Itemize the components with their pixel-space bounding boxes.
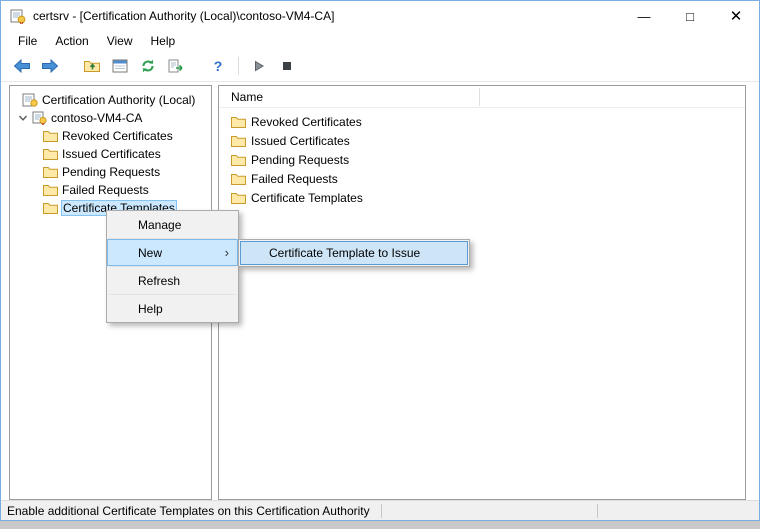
status-text: Enable additional Certificate Templates …	[7, 504, 370, 518]
toolbar: ?	[1, 51, 759, 82]
stop-service-button[interactable]	[276, 55, 298, 77]
tree-item-failed-requests[interactable]: Failed Requests	[10, 181, 211, 199]
certsrv-app-icon	[10, 9, 26, 24]
menu-bar: File Action View Help	[1, 31, 759, 51]
context-submenu: Certificate Template to Issue	[238, 239, 470, 267]
app-window: certsrv - [Certification Authority (Loca…	[0, 0, 760, 521]
stop-icon	[282, 61, 292, 71]
certification-authority-icon	[22, 93, 38, 107]
toolbar-separator	[238, 57, 239, 75]
forward-icon	[41, 59, 59, 73]
help-icon: ?	[214, 58, 223, 74]
list-item-certificate-templates[interactable]: Certificate Templates	[219, 188, 745, 207]
list-header-row: Name	[219, 86, 745, 108]
window-controls: — □ ✕	[621, 1, 759, 31]
forward-button[interactable]	[39, 55, 61, 77]
close-icon: ✕	[730, 7, 743, 25]
list-item-label: Pending Requests	[251, 153, 349, 167]
submenu-item-label: Certificate Template to Issue	[269, 246, 420, 260]
status-bar-divider	[381, 504, 382, 518]
tree-item-pending-requests[interactable]: Pending Requests	[10, 163, 211, 181]
window-list-icon	[112, 59, 128, 73]
menu-file[interactable]: File	[9, 31, 46, 51]
refresh-icon	[140, 58, 156, 74]
window-title: certsrv - [Certification Authority (Loca…	[33, 9, 621, 23]
start-service-button[interactable]	[248, 55, 270, 77]
tree-item-ca[interactable]: contoso-VM4-CA	[10, 109, 211, 127]
help-button[interactable]: ?	[207, 55, 229, 77]
list-item-issued-certificates[interactable]: Issued Certificates	[219, 131, 745, 150]
console-window-button[interactable]	[109, 55, 131, 77]
context-menu-item-new[interactable]: New ›	[107, 239, 238, 266]
menu-item-label: Manage	[138, 218, 181, 232]
menu-action[interactable]: Action	[46, 31, 97, 51]
tree-item-label: Failed Requests	[62, 183, 149, 197]
list-item-label: Revoked Certificates	[251, 115, 362, 129]
folder-icon	[231, 173, 246, 185]
refresh-button[interactable]	[137, 55, 159, 77]
tree-item-issued-certificates[interactable]: Issued Certificates	[10, 145, 211, 163]
folder-icon	[231, 192, 246, 204]
status-bar-divider	[597, 504, 598, 518]
play-icon	[253, 60, 265, 72]
list-item-revoked-certificates[interactable]: Revoked Certificates	[219, 112, 745, 131]
folder-icon	[43, 148, 58, 160]
up-level-button[interactable]	[81, 55, 103, 77]
tree-item-label: Certification Authority (Local)	[42, 93, 195, 107]
submenu-arrow-icon: ›	[225, 245, 229, 260]
list-item-pending-requests[interactable]: Pending Requests	[219, 150, 745, 169]
ca-certificate-icon	[32, 111, 47, 125]
close-button[interactable]: ✕	[713, 1, 759, 31]
results-pane: Name Revoked Certificates Issued Certifi…	[218, 85, 746, 500]
minimize-icon: —	[638, 9, 651, 24]
title-bar: certsrv - [Certification Authority (Loca…	[1, 1, 759, 31]
maximize-button[interactable]: □	[667, 1, 713, 31]
list-item-label: Failed Requests	[251, 172, 338, 186]
tree-item-label: contoso-VM4-CA	[51, 111, 142, 125]
submenu-item-certificate-template-to-issue[interactable]: Certificate Template to Issue	[240, 241, 468, 265]
export-list-icon	[168, 59, 185, 73]
context-menu-item-help[interactable]: Help	[107, 295, 238, 322]
menu-item-label: Refresh	[138, 274, 180, 288]
folder-icon	[43, 130, 58, 142]
folder-icon	[43, 184, 58, 196]
list-item-label: Issued Certificates	[251, 134, 350, 148]
back-button[interactable]	[11, 55, 33, 77]
folder-icon	[231, 154, 246, 166]
name-column-header[interactable]: Name	[231, 90, 263, 104]
tree-item-label: Revoked Certificates	[62, 129, 173, 143]
minimize-button[interactable]: —	[621, 1, 667, 31]
folder-icon	[43, 166, 58, 178]
tree-item-label: Issued Certificates	[62, 147, 161, 161]
chevron-down-icon[interactable]	[18, 113, 28, 123]
maximize-icon: □	[686, 9, 694, 24]
tree-item-root[interactable]: Certification Authority (Local)	[10, 91, 211, 109]
list-body: Revoked Certificates Issued Certificates…	[219, 108, 745, 207]
tree-item-revoked-certificates[interactable]: Revoked Certificates	[10, 127, 211, 145]
menu-item-label: New	[138, 246, 162, 260]
folder-icon	[231, 135, 246, 147]
list-item-label: Certificate Templates	[251, 191, 363, 205]
status-bar: Enable additional Certificate Templates …	[1, 500, 759, 520]
back-icon	[13, 59, 31, 73]
menu-help[interactable]: Help	[142, 31, 185, 51]
column-divider[interactable]	[479, 88, 480, 106]
menu-item-label: Help	[138, 302, 163, 316]
context-menu: Manage New › Refresh Help	[106, 210, 239, 323]
context-menu-item-refresh[interactable]: Refresh	[107, 267, 238, 294]
folder-icon	[231, 116, 246, 128]
tree-item-label: Pending Requests	[62, 165, 160, 179]
context-menu-item-manage[interactable]: Manage	[107, 211, 238, 238]
folder-up-icon	[84, 59, 101, 73]
list-item-failed-requests[interactable]: Failed Requests	[219, 169, 745, 188]
menu-view[interactable]: View	[98, 31, 142, 51]
app-icon	[10, 9, 26, 24]
folder-icon	[43, 202, 58, 214]
export-list-button[interactable]	[165, 55, 187, 77]
